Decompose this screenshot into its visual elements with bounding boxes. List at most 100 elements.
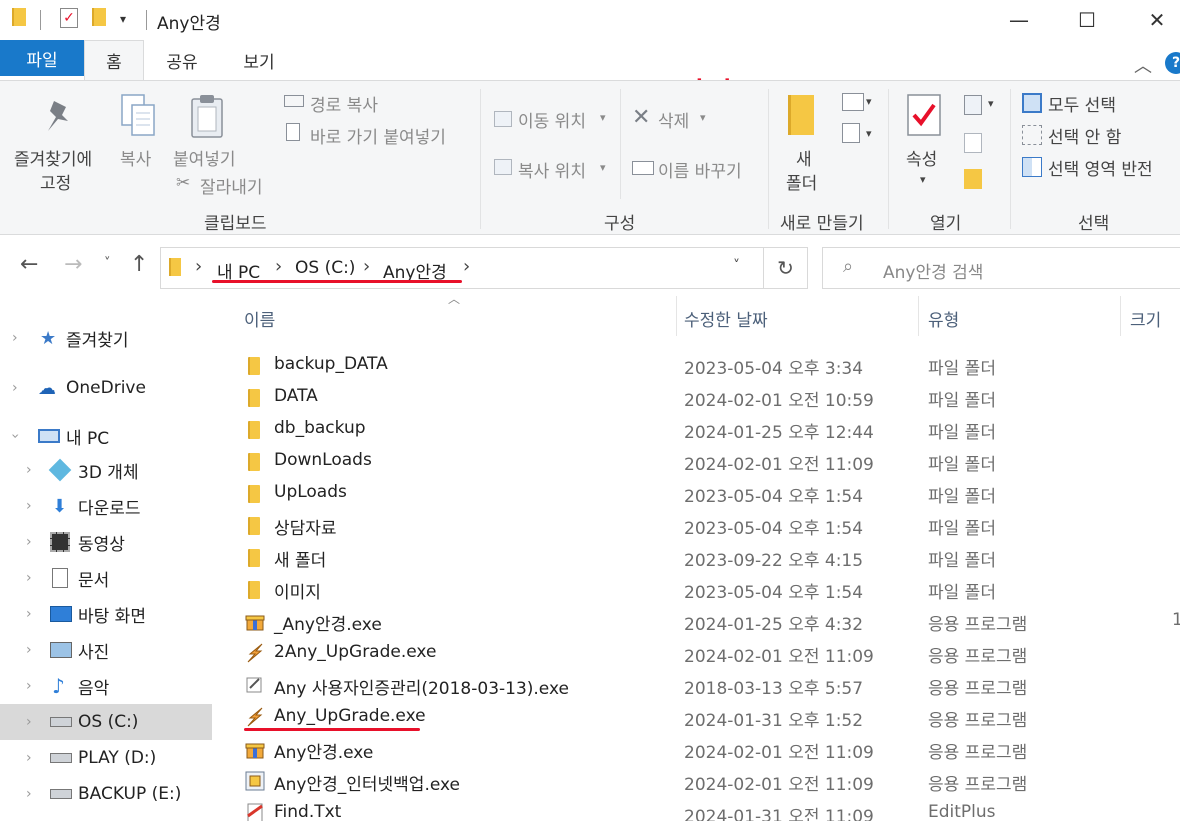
column-header-type[interactable]: 유형 bbox=[928, 306, 959, 331]
recent-locations-chevron-icon[interactable]: ˅ bbox=[104, 256, 111, 271]
table-row[interactable]: UpLoads 2023-05-04 오후 1:54 파일 폴더 bbox=[214, 476, 1180, 508]
collapse-ribbon-icon[interactable]: ︿ bbox=[1134, 52, 1152, 78]
expand-chevron-icon[interactable]: › bbox=[26, 570, 32, 586]
table-row[interactable]: Any안경_인터넷백업.exe 2024-02-01 오전 11:09 응용 프로그… bbox=[214, 764, 1180, 796]
open-icon[interactable] bbox=[964, 95, 982, 115]
delete-x-icon[interactable]: ✕ bbox=[632, 105, 650, 130]
select-none-label[interactable]: 선택 안 함 bbox=[1048, 123, 1121, 148]
invert-selection-icon[interactable] bbox=[1022, 157, 1042, 177]
table-row[interactable]: 상담자료 2023-05-04 오후 1:54 파일 폴더 bbox=[214, 508, 1180, 540]
search-box[interactable]: ⌕ Any안경 검색 bbox=[822, 247, 1180, 289]
expand-chevron-icon[interactable]: › bbox=[26, 534, 32, 550]
table-row[interactable]: backup_DATA 2023-05-04 오후 3:34 파일 폴더 bbox=[214, 348, 1180, 380]
table-row[interactable]: DownLoads 2024-02-01 오전 11:09 파일 폴더 bbox=[214, 444, 1180, 476]
table-row[interactable]: _Any안경.exe 2024-01-25 오후 4:32 응용 프로그램 1 bbox=[214, 604, 1180, 636]
sidebar-item-onedrive[interactable]: › ☁ OneDrive bbox=[0, 370, 212, 406]
customize-toolbar-chevron-icon[interactable]: ▾ bbox=[120, 12, 126, 26]
new-item-dropdown-icon[interactable]: ▾ bbox=[866, 95, 872, 108]
scissors-icon[interactable]: ✂ bbox=[176, 173, 190, 193]
paste-label[interactable]: 붙여넣기 bbox=[173, 145, 236, 170]
column-separator[interactable] bbox=[1120, 296, 1121, 336]
pin-to-quick-access-label[interactable]: 즐겨찾기에 bbox=[14, 145, 92, 170]
copy-icon[interactable] bbox=[120, 93, 156, 141]
copy-label[interactable]: 복사 bbox=[120, 145, 151, 170]
paste-icon[interactable] bbox=[190, 93, 226, 143]
copy-to-icon[interactable] bbox=[494, 159, 512, 175]
table-row[interactable]: Any 사용자인증관리(2018-03-13).exe 2018-03-13 오후… bbox=[214, 668, 1180, 700]
breadcrumb-chevron-icon[interactable]: › bbox=[195, 256, 202, 277]
delete-label[interactable]: 삭제 bbox=[658, 107, 689, 132]
quick-access-folder-icon[interactable] bbox=[12, 8, 26, 26]
properties-dropdown-icon[interactable]: ▾ bbox=[920, 173, 926, 186]
table-row[interactable]: db_backup 2024-01-25 오후 12:44 파일 폴더 bbox=[214, 412, 1180, 444]
breadcrumb-os-c[interactable]: OS (C:) bbox=[295, 258, 355, 278]
rename-icon[interactable] bbox=[632, 161, 654, 175]
expand-chevron-icon[interactable]: › bbox=[26, 606, 32, 622]
forward-arrow-icon[interactable]: → bbox=[64, 252, 82, 277]
new-folder-label[interactable]: 새 bbox=[796, 145, 812, 170]
new-item-icon[interactable] bbox=[842, 93, 864, 111]
table-row[interactable]: DATA 2024-02-01 오전 10:59 파일 폴더 bbox=[214, 380, 1180, 412]
select-none-icon[interactable] bbox=[1022, 125, 1042, 145]
new-folder-quick-icon[interactable] bbox=[92, 8, 106, 26]
refresh-button[interactable]: ↻ bbox=[764, 247, 808, 289]
expand-chevron-icon[interactable]: › bbox=[26, 498, 32, 514]
sidebar-item-videos[interactable]: › 동영상 bbox=[0, 524, 212, 560]
expand-chevron-icon[interactable]: › bbox=[26, 714, 32, 730]
pin-icon[interactable] bbox=[44, 99, 74, 137]
open-dropdown-icon[interactable]: ▾ bbox=[988, 97, 994, 110]
move-to-dropdown-icon[interactable]: ▾ bbox=[600, 111, 606, 124]
select-all-icon[interactable] bbox=[1022, 93, 1042, 113]
invert-selection-label[interactable]: 선택 영역 반전 bbox=[1048, 155, 1153, 180]
history-icon[interactable] bbox=[964, 169, 982, 189]
sidebar-item-documents[interactable]: › 문서 bbox=[0, 560, 212, 596]
expand-chevron-icon[interactable]: › bbox=[26, 642, 32, 658]
delete-dropdown-icon[interactable]: ▾ bbox=[700, 111, 706, 124]
rename-label[interactable]: 이름 바꾸기 bbox=[658, 157, 742, 182]
breadcrumb-chevron-icon[interactable]: › bbox=[275, 256, 282, 277]
expand-chevron-icon[interactable]: › bbox=[26, 678, 32, 694]
column-separator[interactable] bbox=[918, 296, 919, 336]
tab-home[interactable]: 홈 bbox=[84, 40, 144, 80]
column-header-name[interactable]: 이름 bbox=[244, 306, 275, 331]
select-all-label[interactable]: 모두 선택 bbox=[1048, 91, 1116, 116]
move-to-icon[interactable] bbox=[494, 111, 512, 127]
pin-to-quick-access-label-2[interactable]: 고정 bbox=[40, 169, 71, 194]
paste-shortcut-label[interactable]: 바로 가기 붙여넣기 bbox=[310, 123, 446, 148]
easy-access-icon[interactable] bbox=[842, 123, 860, 143]
table-row[interactable]: 2Any_UpGrade.exe 2024-02-01 오전 11:09 응용 프로… bbox=[214, 636, 1180, 668]
properties-check-icon[interactable]: ✓ bbox=[60, 8, 78, 28]
expand-chevron-icon[interactable]: › bbox=[12, 380, 18, 396]
column-separator[interactable] bbox=[676, 296, 677, 336]
sidebar-item-3d[interactable]: › 3D 개체 bbox=[0, 452, 212, 488]
new-folder-label-2[interactable]: 폴더 bbox=[786, 169, 817, 194]
sidebar-item-downloads[interactable]: › ⬇ 다운로드 bbox=[0, 488, 212, 524]
sidebar-item-play-d[interactable]: › PLAY (D:) bbox=[0, 740, 212, 776]
edit-icon[interactable] bbox=[964, 133, 982, 153]
expand-chevron-icon[interactable]: › bbox=[26, 750, 32, 766]
column-header-date[interactable]: 수정한 날짜 bbox=[684, 306, 768, 331]
copy-path-icon[interactable] bbox=[284, 95, 304, 107]
table-row[interactable]: Find.Txt 2024-01-31 오전 11:09 EditPlus bbox=[214, 796, 1180, 821]
copy-path-label[interactable]: 경로 복사 bbox=[310, 91, 378, 116]
expand-chevron-icon[interactable]: › bbox=[12, 330, 18, 346]
tab-share[interactable]: 공유 bbox=[152, 40, 212, 80]
table-row[interactable]: 이미지 2023-05-04 오후 1:54 파일 폴더 bbox=[214, 572, 1180, 604]
help-icon[interactable]: ? bbox=[1165, 52, 1180, 74]
close-button[interactable]: ✕ bbox=[1134, 4, 1180, 36]
sidebar-item-pictures[interactable]: › 사진 bbox=[0, 632, 212, 668]
tab-view[interactable]: 보기 bbox=[228, 40, 290, 80]
breadcrumb-chevron-icon[interactable]: › bbox=[463, 256, 470, 277]
easy-access-dropdown-icon[interactable]: ▾ bbox=[866, 127, 872, 140]
sidebar-item-backup-e[interactable]: › BACKUP (E:) bbox=[0, 776, 212, 812]
collapse-chevron-icon[interactable]: › bbox=[7, 433, 23, 439]
sidebar-item-desktop[interactable]: › 바탕 화면 bbox=[0, 596, 212, 632]
move-to-label[interactable]: 이동 위치 bbox=[518, 107, 586, 132]
maximize-button[interactable]: ☐ bbox=[1064, 4, 1110, 36]
breadcrumb-chevron-icon[interactable]: › bbox=[363, 256, 370, 277]
back-arrow-icon[interactable]: ← bbox=[20, 252, 38, 277]
address-dropdown-icon[interactable]: ˅ bbox=[733, 258, 740, 274]
expand-chevron-icon[interactable]: › bbox=[26, 462, 32, 478]
up-arrow-icon[interactable]: ↑ bbox=[130, 252, 148, 277]
copy-to-label[interactable]: 복사 위치 bbox=[518, 157, 586, 182]
